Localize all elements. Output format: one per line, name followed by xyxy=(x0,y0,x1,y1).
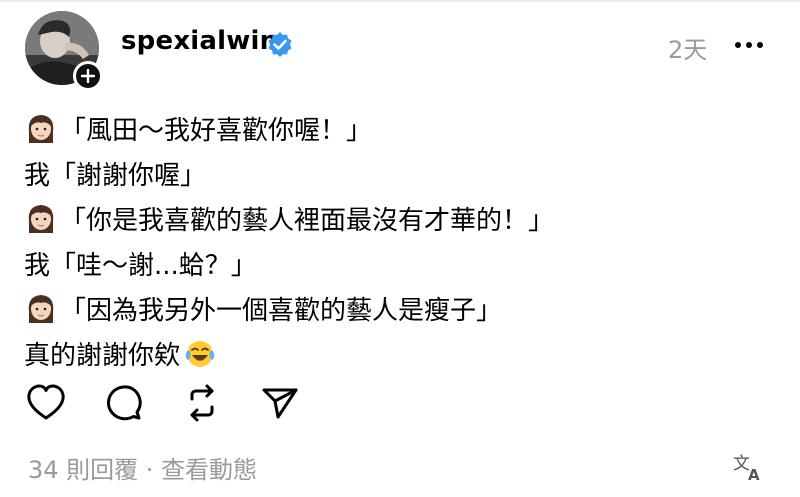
verified-badge-icon xyxy=(268,32,292,57)
view-activity-link[interactable]: 查看動態 xyxy=(161,456,257,484)
like-button[interactable] xyxy=(25,382,67,424)
action-bar xyxy=(25,382,301,424)
footer-separator: · xyxy=(138,456,162,484)
post-line: 我「哇～謝...蛤？」 xyxy=(24,241,554,286)
woman-emoji-icon xyxy=(28,204,54,233)
more-dot xyxy=(735,42,741,48)
post-line: 「風田～我好喜歡你喔！」 xyxy=(24,106,554,151)
more-options-button[interactable] xyxy=(735,42,763,48)
post-line-text: 「你是我喜歡的藝人裡面最沒有才華的！」 xyxy=(60,206,555,236)
tears-of-joy-emoji-icon xyxy=(185,340,215,367)
replies-count-link[interactable]: 34 則回覆 xyxy=(28,456,138,484)
reply-button[interactable] xyxy=(103,382,145,424)
post-line: 真的謝謝你欸 xyxy=(24,331,554,376)
woman-emoji-icon xyxy=(28,114,54,143)
more-dot xyxy=(757,42,763,48)
post-line: 我「謝謝你喔」 xyxy=(24,151,554,196)
more-dot xyxy=(746,42,752,48)
post-footer: 34 則回覆 · 查看動態 xyxy=(28,450,257,485)
translate-icon[interactable]: 文 A xyxy=(733,452,765,482)
comment-icon xyxy=(106,385,142,421)
post-line-text: 「因為我另外一個喜歡的藝人是瘦子」 xyxy=(60,296,503,326)
post-line: 「因為我另外一個喜歡的藝人是瘦子」 xyxy=(24,286,554,331)
repost-icon xyxy=(190,384,214,422)
share-button[interactable] xyxy=(259,382,301,424)
follow-button[interactable] xyxy=(73,61,103,91)
post-line-text: 我「謝謝你喔」 xyxy=(24,161,207,191)
woman-emoji-icon xyxy=(28,294,54,323)
heart-icon xyxy=(27,384,65,420)
avatar-container[interactable] xyxy=(25,11,103,91)
repost-button[interactable] xyxy=(181,382,223,424)
post-body: 「風田～我好喜歡你喔！」 我「謝謝你喔」 「你是我喜歡的藝人裡面最沒有才華的！」… xyxy=(24,106,554,376)
top-divider xyxy=(0,0,800,2)
plus-icon xyxy=(81,69,95,83)
post-line: 「你是我喜歡的藝人裡面最沒有才華的！」 xyxy=(24,196,554,241)
post-line-text: 我「哇～謝...蛤？」 xyxy=(24,251,257,281)
post-line-text: 「風田～我好喜歡你喔！」 xyxy=(60,116,373,146)
post-line-text: 真的謝謝你欸 xyxy=(24,341,181,371)
svg-text:A: A xyxy=(748,466,760,482)
post-time: 2天 xyxy=(668,36,708,64)
username-link[interactable]: spexialwin xyxy=(121,26,278,56)
send-icon xyxy=(262,388,298,419)
